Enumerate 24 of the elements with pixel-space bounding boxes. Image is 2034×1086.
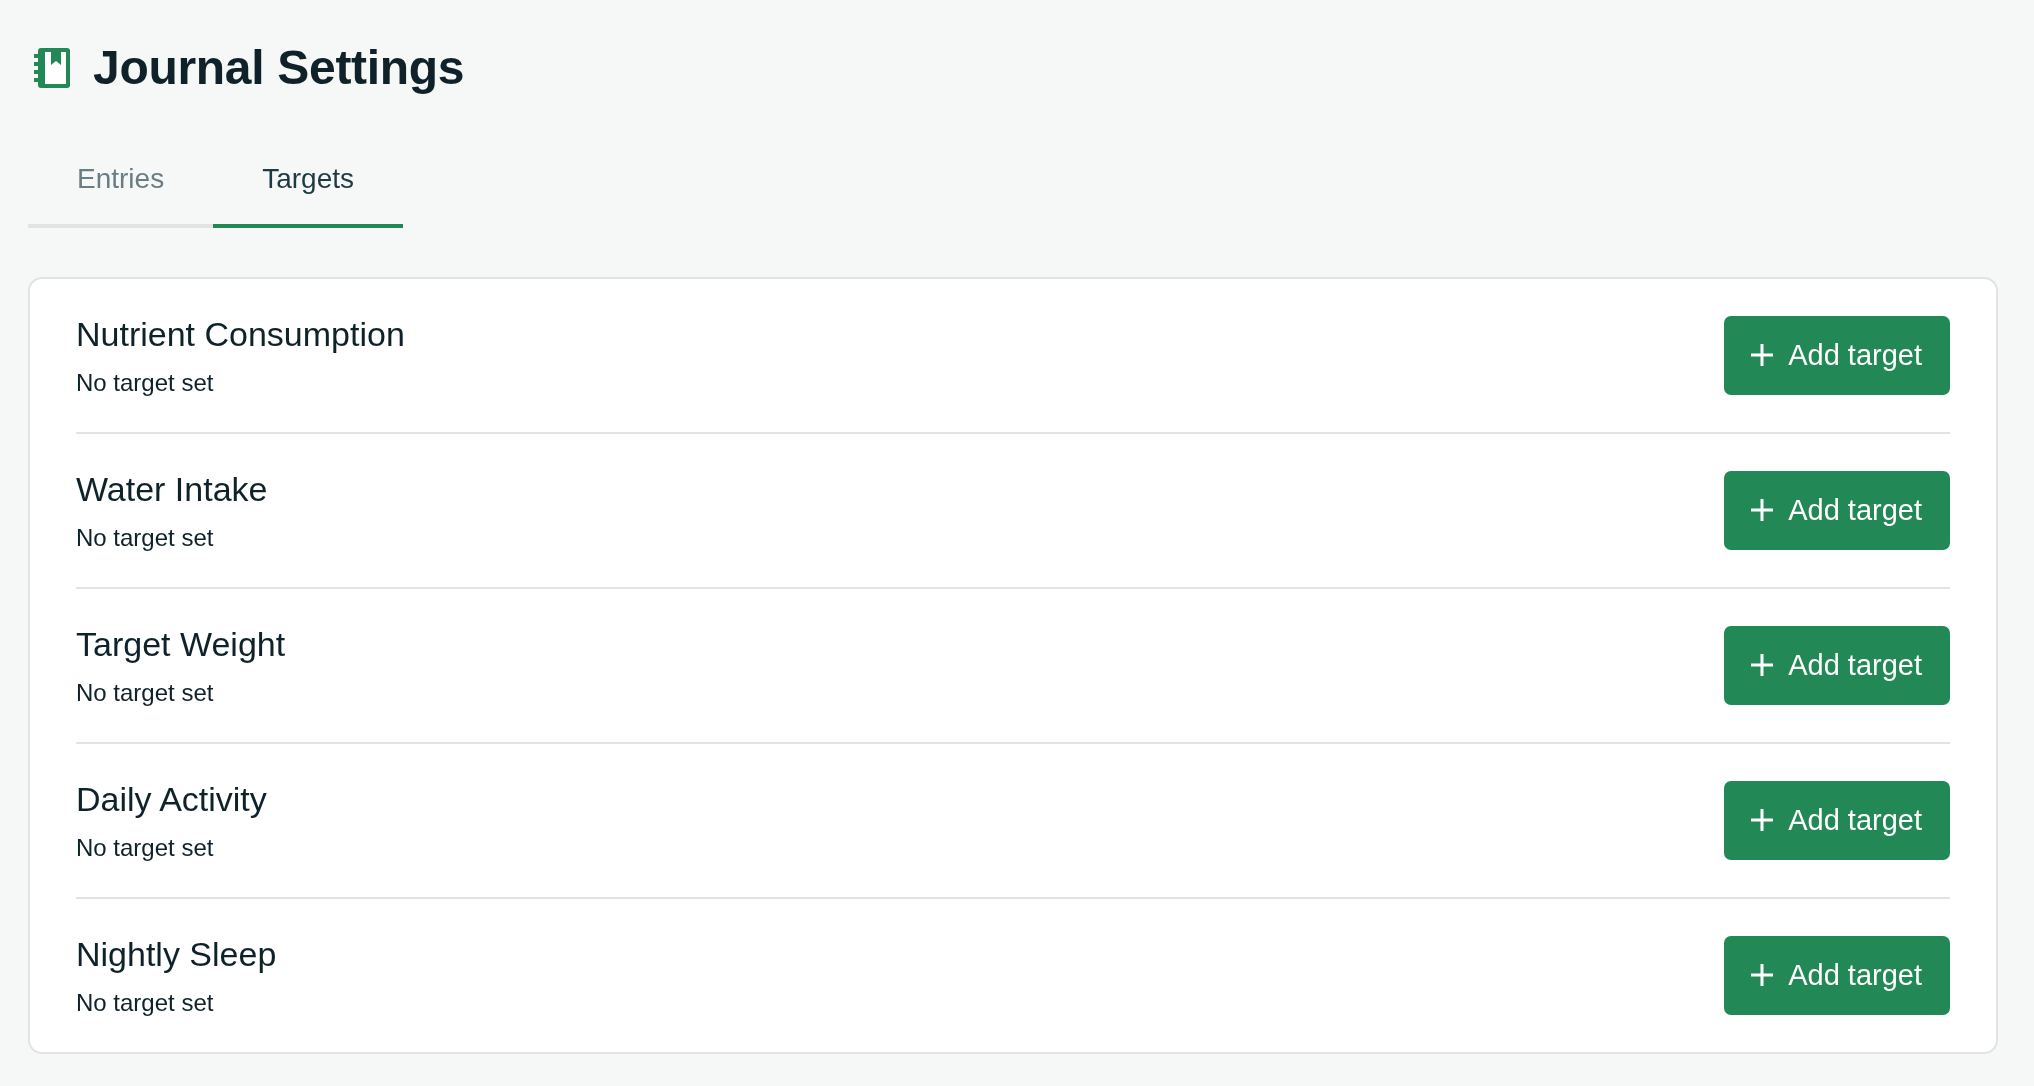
add-target-button[interactable]: Add target <box>1724 936 1950 1015</box>
plus-icon <box>1750 498 1775 523</box>
plus-icon <box>1750 963 1775 988</box>
target-name: Daily Activity <box>76 779 267 820</box>
page-title: Journal Settings <box>93 40 465 96</box>
plus-icon <box>1750 343 1775 368</box>
add-target-button[interactable]: Add target <box>1724 316 1950 395</box>
add-target-button[interactable]: Add target <box>1724 781 1950 860</box>
notebook-icon <box>34 47 70 88</box>
target-status: No target set <box>76 523 215 553</box>
add-target-button[interactable]: Add target <box>1724 626 1950 705</box>
plus-icon <box>1750 653 1775 678</box>
target-name: Water Intake <box>76 469 268 510</box>
target-name: Nutrient Consumption <box>76 314 405 355</box>
add-target-button[interactable]: Add target <box>1724 471 1950 550</box>
tab[interactable]: Targets <box>213 146 403 228</box>
tab[interactable]: Entries <box>28 146 214 228</box>
plus-icon <box>1750 808 1775 833</box>
target-status: No target set <box>76 368 215 398</box>
target-name: Nightly Sleep <box>76 934 277 975</box>
target-name: Target Weight <box>76 624 286 665</box>
target-status: No target set <box>76 833 215 863</box>
target-status: No target set <box>76 988 215 1018</box>
target-status: No target set <box>76 678 215 708</box>
